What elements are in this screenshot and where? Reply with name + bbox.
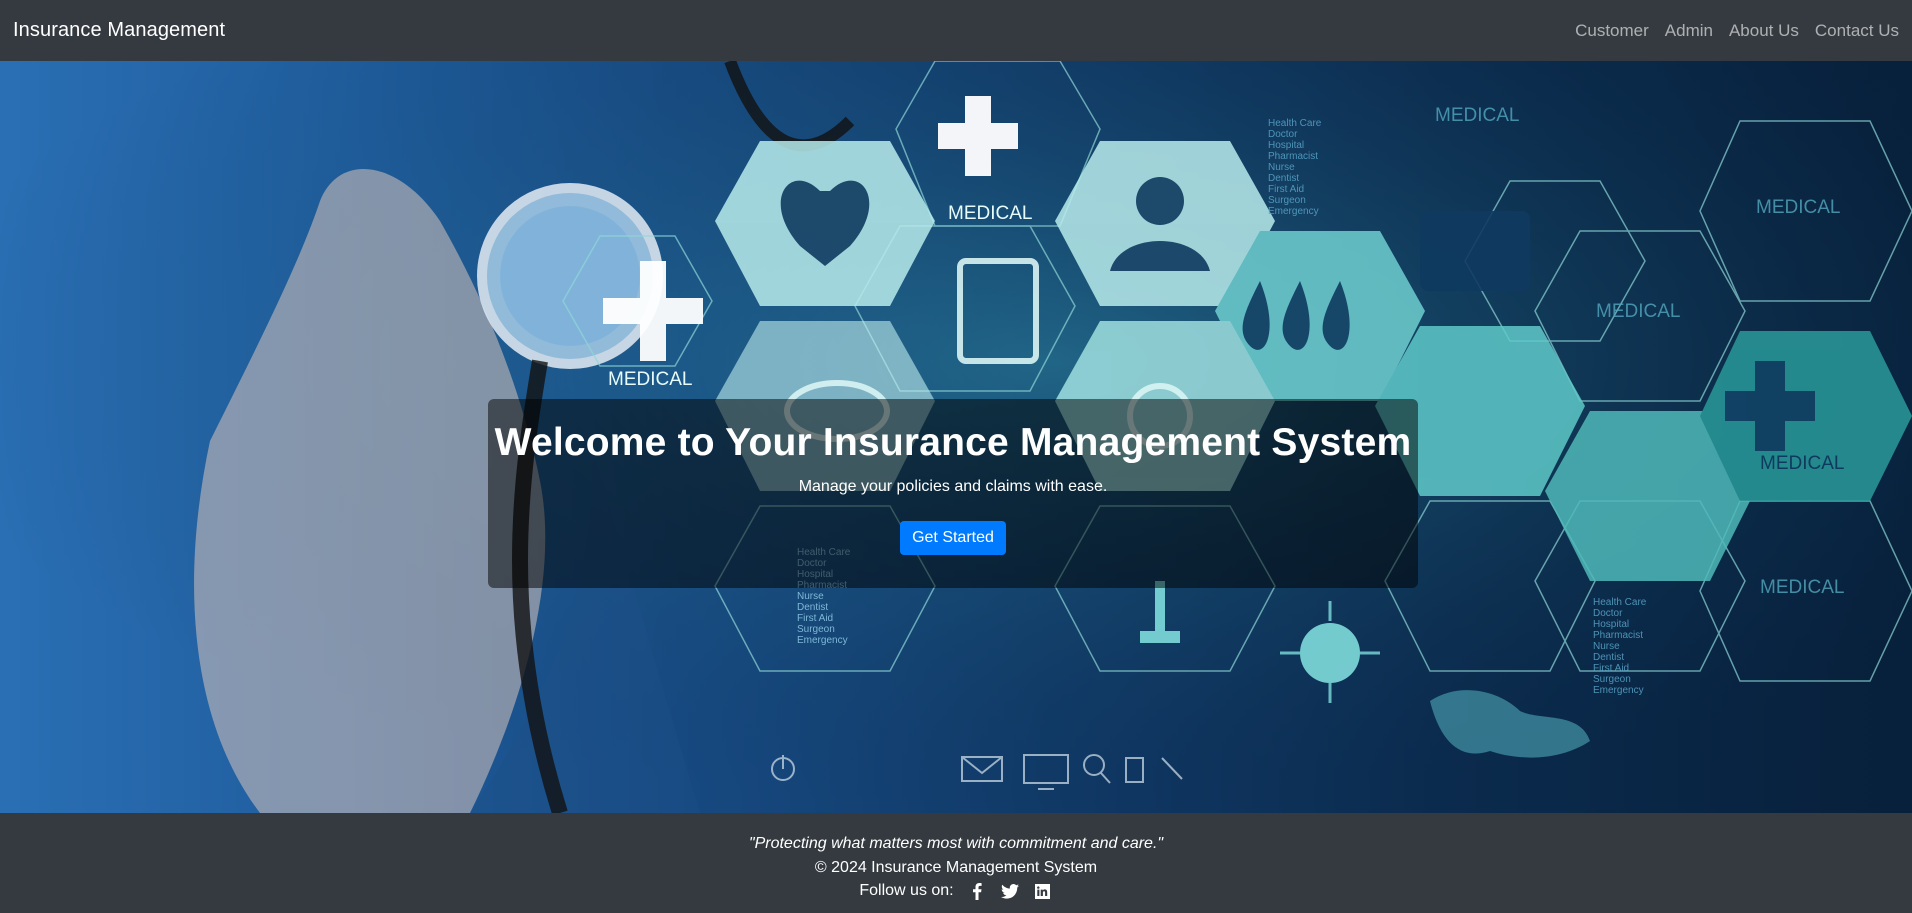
footer-copyright: © 2024 Insurance Management System [814, 859, 1098, 876]
follow-us-label: Follow us on: [859, 882, 954, 899]
svg-text:Nurse: Nurse [1593, 641, 1620, 652]
svg-text:Hospital: Hospital [1593, 619, 1629, 630]
linkedin-icon[interactable] [1033, 882, 1053, 900]
svg-text:Nurse: Nurse [797, 591, 824, 602]
svg-text:Health Care: Health Care [1268, 118, 1322, 129]
hero-overlay: Welcome to Your Insurance Management Sys… [488, 399, 1418, 588]
follow-us-row: Follow us on: [0, 882, 1912, 900]
svg-text:Health Care: Health Care [1593, 597, 1647, 608]
hero-subtitle: Manage your policies and claims with eas… [798, 478, 1108, 495]
footer-tagline: "Protecting what matters most with commi… [748, 835, 1164, 852]
nav-links: Customer Admin About Us Contact Us [1575, 21, 1899, 41]
svg-text:Dentist: Dentist [1268, 173, 1299, 184]
footer: "Protecting what matters most with commi… [0, 813, 1912, 913]
brand-link[interactable]: Insurance Management [13, 19, 225, 42]
svg-text:Surgeon: Surgeon [1268, 195, 1306, 206]
nav-link-customer[interactable]: Customer [1575, 21, 1649, 41]
twitter-icon[interactable] [1000, 882, 1020, 900]
svg-text:First Aid: First Aid [1268, 184, 1304, 195]
svg-text:Pharmacist: Pharmacist [1593, 630, 1643, 641]
navbar: Insurance Management Customer Admin Abou… [0, 0, 1912, 61]
svg-text:MEDICAL: MEDICAL [608, 369, 692, 390]
nav-link-about-us[interactable]: About Us [1729, 21, 1799, 41]
svg-text:First Aid: First Aid [797, 613, 833, 624]
nav-link-admin[interactable]: Admin [1665, 21, 1713, 41]
svg-text:MEDICAL: MEDICAL [948, 203, 1032, 224]
hero-section: MEDICAL MEDICAL MEDICAL MEDICAL MEDICAL … [0, 61, 1912, 813]
svg-text:MEDICAL: MEDICAL [1760, 577, 1844, 598]
svg-text:Doctor: Doctor [1268, 129, 1298, 140]
get-started-button[interactable]: Get Started [900, 521, 1006, 555]
svg-text:First Aid: First Aid [1593, 663, 1629, 674]
svg-text:Doctor: Doctor [1593, 608, 1623, 619]
svg-text:Emergency: Emergency [797, 635, 848, 646]
hero-title: Welcome to Your Insurance Management Sys… [494, 421, 1412, 464]
nav-link-contact-us[interactable]: Contact Us [1815, 21, 1899, 41]
svg-text:Surgeon: Surgeon [797, 624, 835, 635]
svg-text:Dentist: Dentist [797, 602, 828, 613]
svg-text:MEDICAL: MEDICAL [1596, 301, 1680, 322]
svg-text:Nurse: Nurse [1268, 162, 1295, 173]
svg-text:MEDICAL: MEDICAL [1760, 453, 1844, 474]
svg-text:Hospital: Hospital [1268, 140, 1304, 151]
svg-text:Emergency: Emergency [1593, 685, 1644, 696]
svg-text:MEDICAL: MEDICAL [1756, 197, 1840, 218]
svg-text:Dentist: Dentist [1593, 652, 1624, 663]
svg-text:MEDICAL: MEDICAL [1435, 105, 1519, 126]
svg-text:Emergency: Emergency [1268, 206, 1319, 217]
svg-text:Pharmacist: Pharmacist [1268, 151, 1318, 162]
svg-text:Surgeon: Surgeon [1593, 674, 1631, 685]
facebook-icon[interactable] [967, 882, 987, 900]
